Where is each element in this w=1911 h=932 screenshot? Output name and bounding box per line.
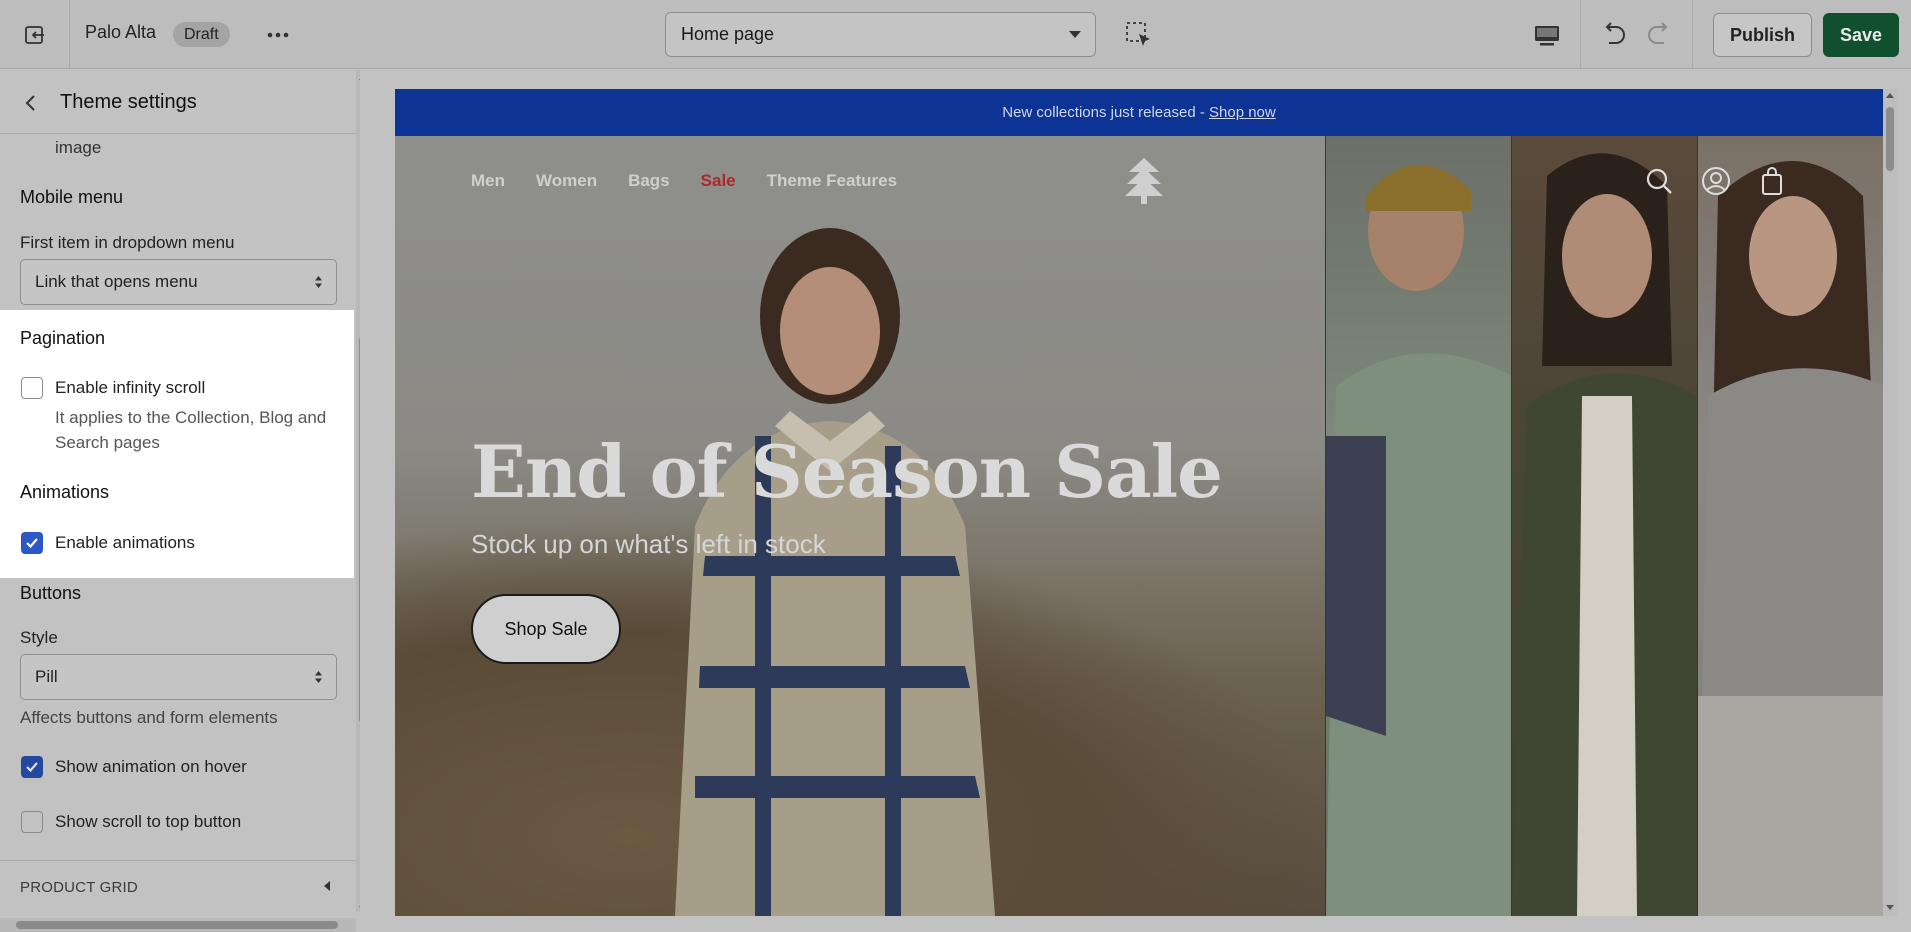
- scroll-top-label: Show scroll to top button: [55, 812, 242, 831]
- save-button[interactable]: Save: [1823, 13, 1899, 57]
- inspector-icon[interactable]: [1124, 20, 1154, 50]
- scroll-top-checkbox[interactable]: [21, 811, 43, 833]
- theme-settings-sidebar: Theme settings image Mobile menu First i…: [0, 70, 360, 932]
- hover-animation-label: Show animation on hover: [55, 757, 247, 776]
- scroll-down-icon[interactable]: [1886, 905, 1894, 910]
- tree-logo-icon[interactable]: [1123, 156, 1165, 204]
- preview-vertical-scrollbar[interactable]: [1883, 89, 1897, 916]
- nav-link-men[interactable]: Men: [471, 171, 505, 191]
- sidebar-hscroll-thumb[interactable]: [16, 921, 338, 929]
- hover-animation-checkbox[interactable]: [21, 756, 43, 778]
- more-horizontal-icon: [267, 32, 289, 38]
- first-item-select[interactable]: Link that opens menu: [20, 259, 337, 305]
- redo-icon[interactable]: [1643, 18, 1675, 50]
- scroll-down-icon[interactable]: [359, 906, 360, 911]
- first-item-label: First item in dropdown menu: [20, 233, 235, 252]
- model-photo-panel-3: [1697, 136, 1883, 916]
- search-icon[interactable]: [1643, 165, 1675, 197]
- shopping-bag-icon[interactable]: [1756, 165, 1788, 197]
- editor-topbar: Palo Alta Draft Home page Publish Save: [0, 0, 1911, 69]
- button-style-label: Style: [20, 628, 58, 647]
- button-style-select-value: Pill: [35, 667, 58, 686]
- store-navigation: Men Women Bags Sale Theme Features: [471, 171, 928, 191]
- buttons-heading: Buttons: [20, 583, 82, 603]
- chevron-left-icon: [324, 881, 330, 891]
- store-name: Palo Alta: [85, 22, 157, 42]
- truncated-setting-text: image: [55, 138, 102, 157]
- sidebar-title: Theme settings: [60, 91, 197, 113]
- infinity-scroll-help-2: Search pages: [55, 433, 160, 452]
- chevron-down-icon: [1069, 31, 1081, 38]
- checkmark-icon: [26, 538, 38, 549]
- infinity-scroll-checkbox[interactable]: [21, 377, 43, 399]
- scroll-up-icon[interactable]: [1886, 93, 1894, 98]
- pagination-heading: Pagination: [20, 328, 106, 348]
- infinity-scroll-label: Enable infinity scroll: [55, 378, 206, 397]
- mobile-menu-heading: Mobile menu: [20, 187, 124, 207]
- select-arrows-icon: [315, 276, 322, 288]
- announcement-text: New collections just released -: [1002, 104, 1210, 121]
- scroll-up-icon[interactable]: [359, 75, 360, 80]
- page-select-value: Home page: [681, 24, 775, 44]
- sidebar-horizontal-scrollbar[interactable]: [0, 918, 356, 932]
- checkmark-icon: [26, 762, 38, 773]
- product-grid-section[interactable]: PRODUCT GRID: [0, 860, 356, 910]
- select-arrows-icon: [315, 671, 322, 683]
- model-photo-panel-1: [1325, 136, 1512, 916]
- toolbar-divider: [1692, 0, 1693, 69]
- preview-scroll-thumb[interactable]: [1886, 107, 1894, 171]
- announcement-bar: New collections just released - Shop now: [395, 89, 1883, 136]
- hero-image: [395, 136, 1325, 916]
- back-arrow-icon[interactable]: [18, 90, 44, 116]
- sidebar-scroll-thumb[interactable]: [359, 336, 360, 723]
- publish-button[interactable]: Publish: [1713, 13, 1812, 57]
- shop-sale-button[interactable]: Shop Sale: [471, 594, 621, 664]
- toolbar-divider: [1580, 0, 1581, 69]
- page-select[interactable]: Home page: [665, 12, 1096, 57]
- model-photo: [1698, 161, 1883, 916]
- nav-link-women[interactable]: Women: [536, 171, 597, 191]
- button-style-help: Affects buttons and form elements: [20, 708, 278, 727]
- undo-icon[interactable]: [1598, 18, 1630, 50]
- enable-animations-checkbox[interactable]: [21, 532, 43, 554]
- button-style-select[interactable]: Pill: [20, 654, 337, 700]
- nav-link-bags[interactable]: Bags: [628, 171, 670, 191]
- account-icon[interactable]: [1700, 165, 1732, 197]
- hero-subtitle: Stock up on what's left in stock: [471, 529, 826, 559]
- storefront-preview[interactable]: New collections just released - Shop now: [395, 89, 1883, 916]
- first-item-select-value: Link that opens menu: [35, 272, 198, 291]
- model-photo: [1512, 153, 1698, 916]
- sidebar-vertical-scrollbar[interactable]: [356, 70, 360, 912]
- announcement-link[interactable]: Shop now: [1209, 104, 1276, 121]
- model-photo: [1326, 164, 1512, 916]
- animations-heading: Animations: [20, 482, 110, 502]
- nav-link-theme-features[interactable]: Theme Features: [767, 171, 897, 191]
- more-actions-button[interactable]: [262, 22, 294, 48]
- model-photo-panel-2: [1511, 136, 1698, 916]
- hero-title: End of Season Sale: [471, 429, 1223, 514]
- exit-button[interactable]: [0, 0, 70, 69]
- product-grid-label: PRODUCT GRID: [20, 879, 138, 896]
- sidebar-header: Theme settings: [0, 70, 356, 134]
- desktop-preview-icon[interactable]: [1530, 20, 1564, 50]
- enable-animations-label: Enable animations: [55, 533, 195, 552]
- nav-link-sale[interactable]: Sale: [701, 171, 736, 191]
- infinity-scroll-help-1: It applies to the Collection, Blog and: [55, 408, 327, 427]
- status-badge: Draft: [173, 22, 230, 47]
- exit-icon: [24, 25, 44, 44]
